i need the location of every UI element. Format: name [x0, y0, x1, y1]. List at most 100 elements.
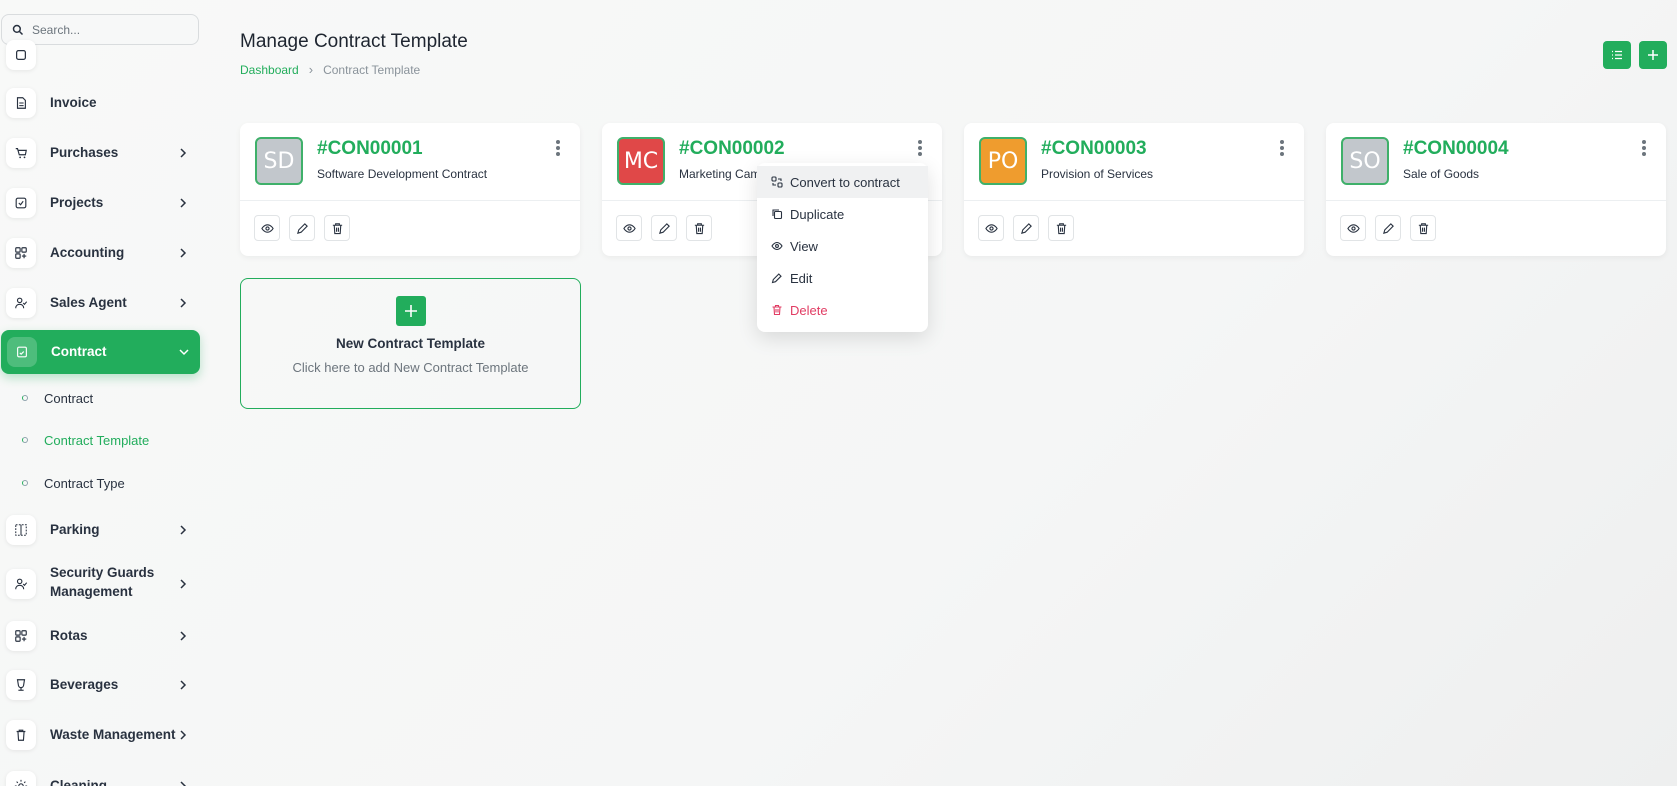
pencil-icon [1382, 222, 1394, 234]
menu-item-label: Edit [790, 270, 813, 286]
user-check-icon [6, 569, 36, 599]
edit-button[interactable] [651, 215, 677, 241]
avatar: SO [1341, 137, 1389, 185]
avatar: PO [979, 137, 1027, 185]
template-name: Sale of Goods [1403, 167, 1480, 181]
template-code[interactable]: #CON00003 [1041, 138, 1147, 160]
chevron-right-icon [180, 730, 187, 740]
sidebar-item-purchases[interactable]: Purchases [0, 131, 200, 175]
more-options-icon[interactable] [554, 139, 562, 157]
eye-icon [260, 223, 274, 233]
edit-button[interactable] [289, 215, 315, 241]
duplicate-menu-item[interactable]: Duplicate [757, 198, 928, 230]
submenu-label: Contract Type [44, 475, 125, 491]
template-card: SO #CON00004 Sale of Goods [1326, 123, 1666, 256]
sidebar-item-parking[interactable]: Parking [0, 508, 200, 552]
template-name: Provision of Services [1041, 167, 1154, 181]
edit-button[interactable] [1013, 215, 1039, 241]
submenu-item-contract[interactable]: Contract [0, 383, 200, 413]
new-template-subtitle: Click here to add New Contract Template [292, 360, 529, 375]
pencil-icon [1020, 222, 1032, 234]
more-options-icon[interactable] [1278, 139, 1286, 157]
trash-icon [332, 222, 342, 234]
sidebar-item-cleaning[interactable]: Cleaning [0, 764, 200, 786]
copy-icon [772, 209, 783, 220]
chevron-right-icon [180, 148, 187, 158]
sidebar-item-security-guards[interactable]: Security Guards Management [0, 562, 200, 606]
chevron-right-icon [180, 525, 187, 535]
breadcrumb: Dashboard › Contract Template [240, 62, 420, 77]
card-actions [1340, 215, 1436, 241]
new-template-card[interactable]: New Contract Template Click here to add … [240, 278, 581, 409]
trash-icon [694, 222, 704, 234]
bullet-icon [22, 480, 28, 486]
template-code[interactable]: #CON00002 [679, 138, 785, 160]
edit-menu-item[interactable]: Edit [757, 262, 928, 294]
sidebar-item-label: Rotas [50, 628, 88, 643]
sidebar-item-partial[interactable] [0, 33, 200, 77]
submenu-label: Contract [44, 390, 94, 406]
eye-icon [771, 241, 783, 251]
menu-item-label: Duplicate [790, 206, 845, 222]
sidebar-item-rotas[interactable]: Rotas [0, 614, 200, 658]
convert-to-contract-menu-item[interactable]: Convert to contract [757, 166, 928, 198]
delete-button[interactable] [1410, 215, 1436, 241]
contract-icon [7, 337, 37, 367]
parking-icon [6, 515, 36, 545]
chevron-right-icon [180, 298, 187, 308]
sidebar-item-waste-management[interactable]: Waste Management [0, 713, 200, 757]
sidebar-item-sales-agent[interactable]: Sales Agent [0, 281, 200, 325]
template-card: PO #CON00003 Provision of Services [964, 123, 1304, 256]
delete-button[interactable] [324, 215, 350, 241]
view-button[interactable] [616, 215, 642, 241]
cup-icon [6, 670, 36, 700]
delete-button[interactable] [686, 215, 712, 241]
sun-icon [6, 771, 36, 786]
view-button[interactable] [254, 215, 280, 241]
sidebar-item-label: Accounting [50, 245, 125, 260]
sidebar-item-beverages[interactable]: Beverages [0, 663, 200, 707]
sidebar-item-label: Sales Agent [50, 295, 127, 310]
submenu-item-contract-type[interactable]: Contract Type [0, 468, 200, 498]
bullet-icon [22, 395, 28, 401]
sidebar-item-accounting[interactable]: Accounting [0, 231, 200, 275]
trash-icon [1056, 222, 1066, 234]
template-code[interactable]: #CON00004 [1403, 138, 1509, 160]
submenu-item-contract-template[interactable]: Contract Template [0, 425, 200, 455]
list-view-button[interactable] [1603, 41, 1631, 69]
breadcrumb-dashboard-link[interactable]: Dashboard [240, 63, 299, 77]
cart-icon [6, 138, 36, 168]
edit-button[interactable] [1375, 215, 1401, 241]
trash-icon [1418, 222, 1428, 234]
sidebar-item-label-line2: Management [50, 584, 133, 599]
sidebar-item-projects[interactable]: Projects [0, 181, 200, 225]
sidebar-item-label: Security Guards [50, 565, 155, 580]
pencil-icon [658, 222, 670, 234]
card-actions [978, 215, 1074, 241]
sidebar-item-label: Invoice [50, 95, 97, 110]
template-code[interactable]: #CON00001 [317, 138, 423, 160]
list-icon [1612, 50, 1622, 60]
partial-icon [6, 40, 36, 70]
view-menu-item[interactable]: View [757, 230, 928, 262]
trash-icon [772, 304, 782, 316]
sidebar: Invoice Purchases Projects Accounting Sa… [0, 0, 210, 786]
add-template-button[interactable] [1639, 41, 1667, 69]
delete-menu-item[interactable]: Delete [757, 294, 928, 326]
view-button[interactable] [978, 215, 1004, 241]
breadcrumb-separator: › [308, 62, 314, 77]
trash-icon [6, 720, 36, 750]
page-title: Manage Contract Template [240, 31, 468, 52]
more-options-icon[interactable] [1640, 139, 1648, 157]
menu-item-label: Convert to contract [790, 174, 900, 190]
chevron-right-icon [180, 680, 187, 690]
sidebar-item-invoice[interactable]: Invoice [0, 81, 200, 125]
view-button[interactable] [1340, 215, 1366, 241]
eye-icon [984, 223, 998, 233]
delete-button[interactable] [1048, 215, 1074, 241]
sidebar-item-contract[interactable]: Contract [1, 330, 200, 374]
grid-plus-icon [6, 238, 36, 268]
pencil-icon [296, 222, 308, 234]
more-options-icon[interactable] [916, 139, 924, 157]
sidebar-item-label: Beverages [50, 677, 119, 692]
